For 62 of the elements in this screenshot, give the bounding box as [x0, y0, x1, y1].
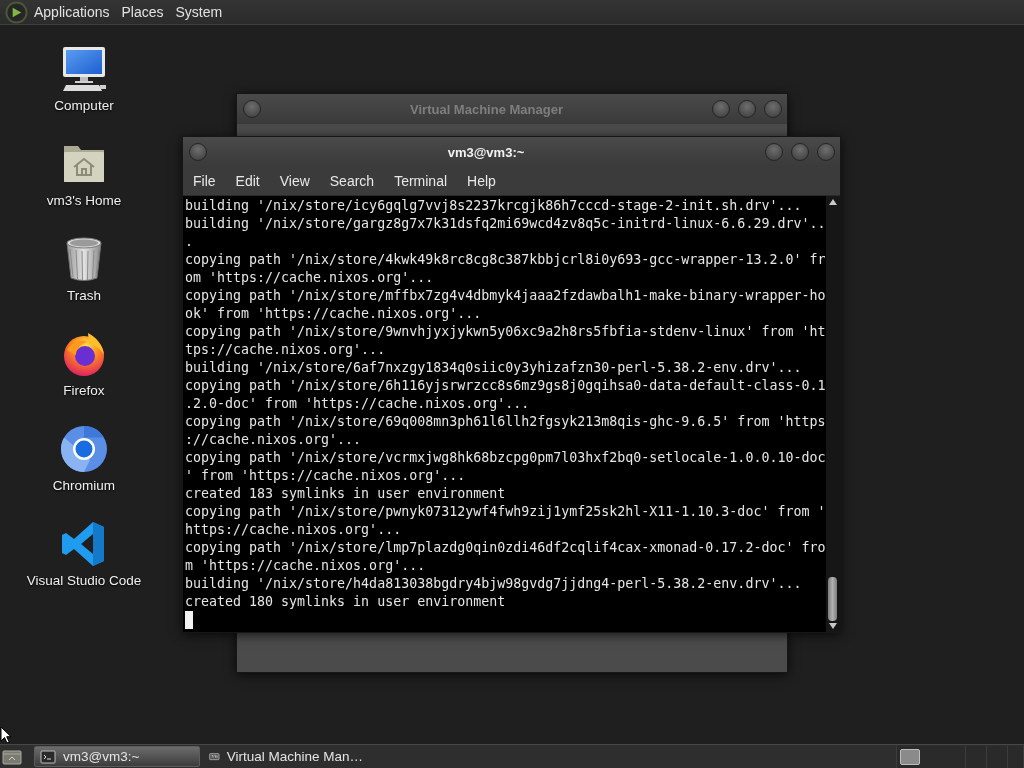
menu-bar-item[interactable]: Help: [457, 170, 506, 192]
desktop-shortcut[interactable]: Firefox: [60, 330, 108, 399]
taskbar-task[interactable]: vm3@vm3:~: [34, 746, 200, 767]
window-title: vm3@vm3:~: [446, 144, 526, 160]
terminal-line: building '/nix/store/gargz8g7x7k31dsfq2mi69wcd4zv8q5c-initrd-linux-6.6.29.drv'..: [185, 215, 826, 233]
taskbar-task[interactable]: Virtual Machine Man…: [203, 746, 369, 767]
desktop-shortcut[interactable]: Trash: [60, 235, 108, 304]
down-arrow-icon[interactable]: [829, 623, 837, 629]
terminal-line: copying path '/nix/store/lmp7plazdg0qin0zdi46df2cqlif4cax-xmonad-0.17.2-doc' fro: [185, 539, 826, 557]
panel-menu[interactable]: System: [169, 1, 229, 23]
desktop-shortcut[interactable]: Chromium: [52, 425, 116, 494]
terminal-line: ://cache.nixos.org'...: [185, 431, 362, 449]
close-button[interactable]: [764, 100, 782, 118]
desktop-shortcut[interactable]: Visual Studio Code: [26, 520, 142, 589]
terminal-line: .2.0-doc' from 'https://cache.nixos.org'...: [185, 395, 530, 413]
menu-bar-item[interactable]: Terminal: [384, 170, 458, 192]
window-menu-button[interactable]: [243, 100, 261, 118]
terminal-line: building '/nix/store/h4da813038bgdry4bjw98gvdg7jjdng4-perl-5.38.2-env.drv'...: [185, 575, 802, 593]
terminal-icon: [40, 748, 56, 765]
terminal-line: .: [185, 233, 193, 251]
terminal-line: copying path '/nix/store/4kwk49k8rc8cg8c387kbbjcrl8i0y693-gcc-wrapper-13.2.0' fr: [185, 251, 826, 269]
terminal-line: copying path '/nix/store/pwnyk07312ywf4fwh9zij1ymf25sk2hl-X11-1.10.3-doc' from ': [185, 503, 826, 521]
terminal-line: copying path '/nix/store/vcrmxjwg8hk68bzcpg0pm7l03hxf2bq0-setlocale-1.0.0.10-doc: [185, 449, 826, 467]
terminal-line: m 'https://cache.nixos.org'...: [185, 557, 426, 575]
terminal-line: created 180 symlinks in user environment: [185, 593, 506, 611]
desktop-shortcut[interactable]: vm3's Home: [46, 140, 122, 209]
terminal-line: https://cache.nixos.org'...: [185, 521, 402, 539]
maximize-button[interactable]: [791, 143, 809, 161]
terminal-line: tps://cache.nixos.org'...: [185, 341, 386, 359]
window-title: Virtual Machine Manager: [409, 101, 564, 117]
menu-bar-item[interactable]: File: [183, 170, 226, 192]
terminal-line: copying path '/nix/store/6h116yjsrwrzcc8s6mz9gs8j0gqihsa0-data-default-class-0.1: [185, 377, 826, 395]
terminal-line: building '/nix/store/6af7nxzgy1834q0siic0y3yhizafzn30-perl-5.38.2-env.drv'...: [185, 359, 802, 377]
scrollbar-thumb[interactable]: [828, 577, 837, 621]
terminal-line: copying path '/nix/store/mffbx7zg4v4dbmyk4jaaa2fzdawbalh1-make-binary-wrapper-ho: [185, 287, 826, 305]
desktop-shortcut[interactable]: Computer: [54, 45, 114, 114]
close-button[interactable]: [817, 143, 835, 161]
terminal-line: ok' from 'https://cache.nixos.org'...: [185, 305, 482, 323]
menu-bar-item[interactable]: Search: [319, 170, 385, 192]
terminal-line: copying path '/nix/store/9wnvhjyxjykwn5y06xc9a2h8rs5fbfia-stdenv-linux' from 'ht: [185, 323, 826, 341]
menu-bar-item[interactable]: View: [269, 170, 320, 192]
menu-bar-item[interactable]: Edit: [225, 170, 270, 192]
scrollbar[interactable]: [826, 196, 840, 632]
terminal-line: building '/nix/store/icy6gqlg7vvj8s2237krcgjk86h7cccd-stage-2-init.sh.drv'...: [185, 197, 802, 215]
workspace-switcher[interactable]: [896, 745, 1024, 768]
window-thumbnail-icon: [900, 748, 920, 765]
mouse-pointer-icon: [0, 726, 12, 744]
panel-menu[interactable]: Applications: [28, 1, 116, 23]
terminal-line: created 183 symlinks in user environment: [185, 485, 506, 503]
up-arrow-icon[interactable]: [829, 199, 837, 205]
terminal-line: ' from 'https://cache.nixos.org'...: [185, 467, 466, 485]
maximize-button[interactable]: [738, 100, 756, 118]
computer-icon: [60, 45, 108, 93]
minimize-button[interactable]: [765, 143, 783, 161]
panel-menu[interactable]: Places: [115, 1, 170, 23]
terminal-line: copying path '/nix/store/69q008mn3ph61l6llh2fgsyk213m8qis-ghc-9.6.5' from 'https: [185, 413, 826, 431]
terminal-line: om 'https://cache.nixos.org'...: [185, 269, 434, 287]
play-circle-icon[interactable]: [5, 0, 28, 24]
window-menu-button[interactable]: [189, 143, 207, 161]
minimize-button[interactable]: [712, 100, 730, 118]
block-cursor-icon: [185, 611, 193, 629]
chromium-logo-icon: [60, 425, 108, 473]
